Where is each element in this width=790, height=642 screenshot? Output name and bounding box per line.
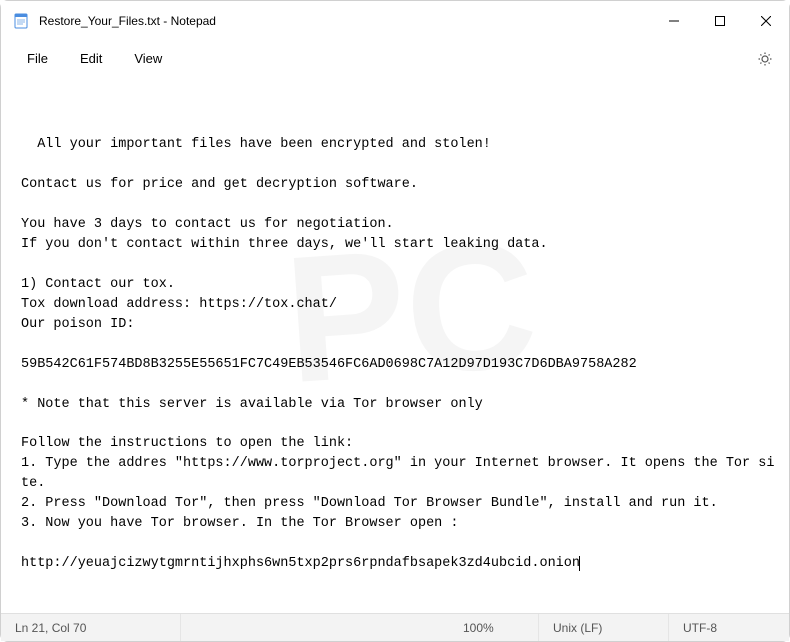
status-encoding: UTF-8	[669, 614, 789, 641]
titlebar: Restore_Your_Files.txt - Notepad	[1, 1, 789, 41]
status-zoom: 100%	[449, 614, 539, 641]
editor-area[interactable]: PC All your important files have been en…	[1, 77, 789, 613]
maximize-button[interactable]	[697, 1, 743, 41]
gear-icon	[757, 51, 773, 67]
menu-view[interactable]: View	[118, 45, 178, 72]
menubar: File Edit View	[1, 41, 789, 77]
status-eol: Unix (LF)	[539, 614, 669, 641]
notepad-icon	[13, 13, 29, 29]
editor-text: All your important files have been encry…	[21, 137, 774, 571]
statusbar: Ln 21, Col 70 100% Unix (LF) UTF-8	[1, 613, 789, 641]
window-controls	[651, 1, 789, 41]
close-button[interactable]	[743, 1, 789, 41]
settings-button[interactable]	[751, 45, 779, 73]
menu-edit[interactable]: Edit	[64, 45, 118, 72]
menu-file[interactable]: File	[11, 45, 64, 72]
window-title: Restore_Your_Files.txt - Notepad	[39, 14, 651, 28]
minimize-button[interactable]	[651, 1, 697, 41]
status-cursor: Ln 21, Col 70	[1, 614, 181, 641]
